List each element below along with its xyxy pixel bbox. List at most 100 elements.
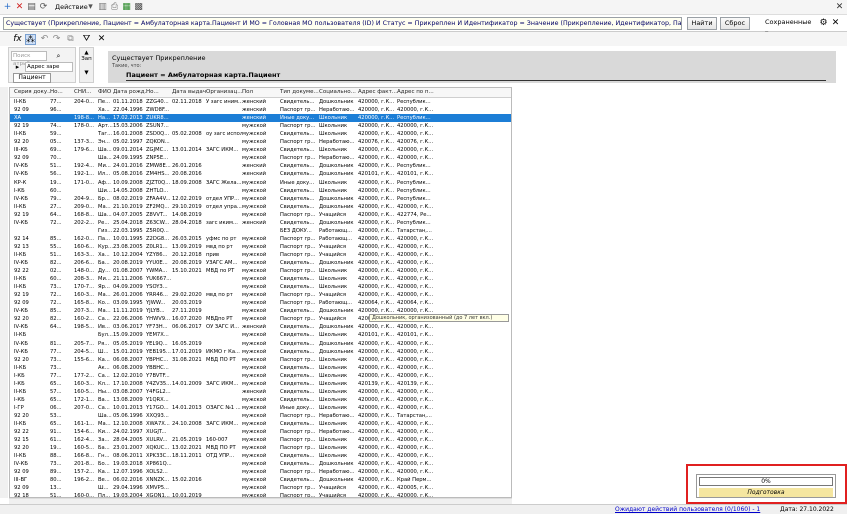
column-header[interactable]: Тип докуме... [280,89,319,95]
table-row[interactable]: 92 19 74... 178-0... Арт... 15.03.2006 ZSUN7.… [10,122,511,130]
reset-button[interactable]: Сброс [720,17,750,30]
table-row[interactable]: 92 19 64... 168-8... Ша... 04.07.2005 Z8VVT..… [10,211,511,219]
table-row[interactable]: 92 20 05... 137-3... Эн... 05.02.1997 ZQKON..… [10,138,511,146]
table-cell: XUGJT... [146,429,167,436]
tree-icon[interactable]: ⁂ [25,34,36,45]
undo-icon[interactable]: ↶ [39,34,50,45]
table-row[interactable]: IV-КБ 72... 202-2... Ре... 25.04.2018 Z63CW..… [10,219,511,227]
table-cell: I-КБ [14,372,25,379]
table-row[interactable]: II-КБ 88... 166-8... Гн... 08.06.2011 XPK33C.… [10,452,511,460]
chevron-down-icon[interactable]: ▾ [85,2,96,13]
column-header[interactable]: Но... [146,89,172,95]
excel-icon[interactable]: ▦ [121,2,132,13]
table-row[interactable]: 92 20 19... 160-5... Ба... 23.01.2007 XQKUC..… [10,444,511,452]
column-header[interactable]: ФИО [98,89,113,95]
table-row[interactable]: IV-КБ 64... 198-5... Ив... 03.06.2017 YF73H..… [10,323,511,331]
find-button[interactable]: Найти [687,17,717,30]
copy-icon[interactable]: ⧉ [65,34,76,45]
table-row[interactable]: II-КБ 65... 161-1... Ма... 12.10.2008 XWA7X..… [10,420,511,428]
filter-expression[interactable]: Существует (Прикрепление, Пациент = Амбу… [3,17,682,30]
delete-icon[interactable]: ✕ [14,2,25,13]
table-row[interactable]: КР-К 19... 171-0... Аф... 10.09.2008 ZJZT0Q..… [10,179,511,187]
table-row[interactable]: ХА 198-8... На... 17.02.2013 ZUKR8... женский… [10,114,511,123]
tab-patient[interactable]: Пациент [13,73,51,83]
table-row[interactable]: 92 09 13... Ш... 29.04.1996 XMVP5... мужской П… [10,484,511,492]
table-row[interactable]: IV-КБ 77... 204-5... Ш... 15.01.2019 YEB195..… [10,348,511,356]
table-row[interactable]: II-КБ 73... Ак... 06.08.2009 YBBHC... мужской… [10,364,511,372]
add-icon[interactable]: + [2,2,13,13]
table-row[interactable]: II-КБ 60... 208-3... Ми... 21.11.2006 YUK667.… [10,275,511,283]
document-icon[interactable]: ▥ [97,2,108,13]
column-header[interactable]: Адрес по п... [397,89,437,95]
print-icon[interactable]: ⎙ [109,2,120,13]
table-row[interactable]: II-КБ Бул... 15.09.2009 YEM7X... мужской Свид… [10,331,511,339]
column-header[interactable]: Серия доку... [14,89,50,95]
table-row[interactable]: II-КБ 57... 160-5... Ны... 03.08.2007 Y4FGL2.… [10,388,511,396]
table-row[interactable]: III-ВГ 80... 196-2... Ве... 06.02.2016 XNNZK.… [10,476,511,484]
table-row[interactable]: 92 20 53... Ша... 05.06.1996 XXQ93... мужской… [10,412,511,420]
table-cell: Дошкольник [319,171,354,178]
edit-icon[interactable]: ▤ [26,2,37,13]
table-row[interactable]: I-КБ 65... 160-3... Кл... 17.10.2008 Y4ZV35..… [10,380,511,388]
pending-actions-link[interactable]: Ожидают действий пользователя (0/1060) -… [615,506,760,513]
grid-icon[interactable]: ▩ [133,2,144,13]
table-row[interactable]: IV-КБ 73... 201-8... Бо... 19.03.2018 XP861Q.… [10,460,511,468]
table-row[interactable]: II-КБ 73... 170-7... Яр... 04.09.2009 YSOY3..… [10,283,511,291]
clear-filter-icon[interactable]: ✕ [96,34,107,45]
table-row[interactable]: II-КБ 59... Таг... 16.01.2008 ZSD0Q... 05.02.… [10,130,511,138]
refresh-icon[interactable]: ⟳ [38,2,49,13]
table-row[interactable]: I-КБ 77... 177-2... Са... 12.02.2010 Y7BVTF..… [10,372,511,380]
table-row[interactable]: II-КБ 51... 163-3... Ха... 10.12.2004 YZY86..… [10,251,511,259]
expand-icon[interactable]: ▸ [12,62,23,73]
table-row[interactable]: I-КБ 60... Ши... 14.05.2008 ZHTLO... мужской С… [10,187,511,195]
filter-icon[interactable]: ⛛ [81,34,92,45]
vertical-scrollbar[interactable] [0,87,8,498]
saved-filters-menu[interactable]: Сохраненные ▾ [753,17,815,37]
table-row[interactable]: IV-КБ 82... 206-6... Ба... 20.08.2019 YYU0E..… [10,259,511,267]
column-header[interactable]: Дата рожд... [113,89,146,95]
table-row[interactable]: 92 13 55... 160-6... Кур... 23.08.2005 Z0LR1.… [10,243,511,251]
column-header[interactable]: Пол [242,89,280,95]
close-filter-icon[interactable]: ✕ [830,18,841,29]
table-row[interactable]: IV-КБ 81... 205-7... Ря... 05.05.2019 YEL9Q..… [10,340,511,348]
table-row[interactable]: 92 20 73... 155-6... Ка... 06.08.2007 YBPHC..… [10,356,511,364]
table-row[interactable]: III-КБ 69... 179-6... Ша... 09.01.2014 ZGJMC.… [10,146,511,154]
column-header[interactable]: Социально... [319,89,358,95]
table-cell: YYU0E... [146,260,168,266]
attribute-search-input[interactable]: Поиск атрибутов [11,51,47,67]
header-condition[interactable]: Пациент = Амбулаторная карта.Пациент [126,71,826,81]
close-icon[interactable]: ✕ [834,2,845,13]
table-row[interactable]: I-КБ 65... 172-1... Ва... 13.08.2009 Y1QRX...… [10,396,511,404]
function-icon[interactable]: fx [12,34,23,45]
table-row[interactable]: 92 15 61... 162-4... За... 28.04.2005 XULRV..… [10,436,511,444]
column-header[interactable]: Дата выдач... [172,89,206,95]
scroll-down-icon[interactable]: ▼ [80,70,93,76]
table-row[interactable]: Гиз... 22.03.1995 Z5R0Q... БЕЗ ДОКУ... Работ… [10,227,511,235]
table-row[interactable]: 92 14 85... 162-0... Па... 10.01.1995 Z2DG8..… [10,235,511,243]
table-row[interactable]: IV-КБ 51... 192-4... Ми... 24.01.2016 ZMW8E..… [10,162,511,170]
column-header[interactable]: Организац... [206,89,242,95]
table-row[interactable]: 92 22 91... 154-6... Ки... 24.02.1997 XUGJT..… [10,428,511,436]
column-header[interactable]: СНИ... [74,89,98,95]
table-row[interactable]: I-ГР 06... 207-0... Са... 10.01.2013 Y17GO...… [10,404,511,412]
redo-icon[interactable]: ↷ [51,34,62,45]
table-cell: 12.02.2010 [113,372,143,379]
table-row[interactable]: 92 19 72... 160-3... Ма... 26.01.2006 YRR46..… [10,291,511,299]
table-row[interactable]: 92 09 72... 165-8... Ко... 03.09.1995 YJWW...… [10,299,511,307]
table-cell: XNNZK... [146,477,170,484]
action-menu[interactable]: Действие [55,3,88,11]
column-header[interactable]: Но... [50,89,74,95]
table-row[interactable]: II-КБ 77... 204-0... Пе... 01.11.2018 ZZG40..… [10,98,511,106]
table-row[interactable]: 92 09 96... Ха... 22.04.1996 ZWD8F... женский… [10,106,511,114]
table-cell: Ша... [98,147,112,154]
address-field[interactable]: Адрес заре [25,62,73,72]
table-row[interactable]: 92 09 70... Ша... 24.09.1995 ZNP5E... мужской… [10,154,511,162]
table-row[interactable]: IV-КБ 56... 192-1... Ил... 05.08.2016 ZM4HS..… [10,170,511,178]
table-row[interactable]: II-КБ 27... 209-0... Ма... 21.10.2019 ZF2MQ..… [10,203,511,211]
settings-icon[interactable]: ⚙ [818,18,829,29]
table-row[interactable]: 92 09 89... 157-2... Ка... 12.07.1996 XOLS2..… [10,468,511,476]
column-header[interactable]: Адрес факт... [358,89,397,95]
search-icon[interactable]: ⌕ [53,51,64,62]
table-row[interactable]: IV-КБ 79... 204-9... Бр... 08.02.2019 ZFAA4V.… [10,195,511,203]
table-row[interactable]: 92 22 02... 148-0... Ду... 01.08.2007 YWMA...… [10,267,511,275]
